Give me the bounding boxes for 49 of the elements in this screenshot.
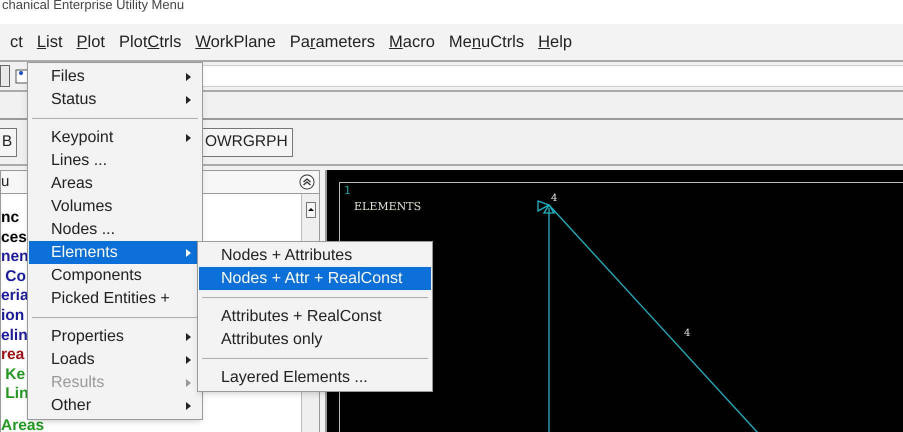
tree-item[interactable]: ion — [1, 306, 24, 326]
element-number: 4 — [684, 327, 690, 341]
menu-item[interactable]: Areas — [29, 172, 201, 195]
menu-item[interactable]: Loads — [29, 348, 201, 371]
window-number: 1 — [344, 183, 351, 199]
menu-item[interactable]: Keypoint — [29, 126, 201, 149]
tree-item[interactable]: elin — [1, 326, 28, 346]
menu-item[interactable]: ct — [6, 28, 27, 56]
panel-title: u — [1, 172, 10, 192]
toolbar-button[interactable] — [0, 65, 10, 87]
menu-item[interactable]: Attributes only — [199, 328, 431, 351]
toolbar-button[interactable]: OWRGRPH — [201, 128, 293, 156]
tree-item[interactable]: Ke — [1, 364, 26, 384]
menu-item[interactable]: Nodes + Attributes — [199, 244, 431, 267]
menu-item[interactable]: List — [32, 28, 67, 56]
menu-item[interactable]: Lines ... — [29, 149, 201, 172]
tree-item[interactable]: Lin — [1, 384, 29, 404]
element-number: 4 — [551, 192, 558, 206]
scroll-up-icon[interactable] — [306, 202, 316, 218]
menu-item[interactable]: Picked Entities + — [29, 287, 201, 310]
menu-item[interactable]: Components — [29, 264, 201, 287]
tree-item[interactable]: nen — [1, 247, 29, 267]
toolbar-button[interactable]: B — [0, 128, 17, 156]
menu-item[interactable]: Volumes — [29, 195, 201, 218]
menu-item[interactable]: Other — [29, 394, 201, 417]
menu-item[interactable]: Status — [29, 88, 201, 111]
menu-item[interactable]: PlotCtrls — [114, 28, 186, 56]
menu-item[interactable]: Attributes + RealConst — [199, 305, 431, 328]
menu-item[interactable]: Properties — [29, 325, 201, 348]
tree-item[interactable]: eria — [1, 286, 29, 306]
command-input-field[interactable] — [202, 65, 903, 87]
menu-item[interactable]: Nodes + Attr + RealConst — [199, 267, 431, 290]
open-file-icon[interactable] — [15, 67, 29, 85]
tree-item[interactable]: ces — [1, 228, 27, 248]
menu-item[interactable]: Files — [29, 65, 201, 88]
tree-item[interactable]: rea — [1, 345, 24, 365]
menu-item[interactable]: Macro — [385, 28, 439, 56]
menu-item[interactable]: Plot — [72, 28, 109, 56]
menu-item[interactable]: Nodes ... — [29, 218, 201, 241]
menu-item[interactable]: WorkPlane — [191, 28, 280, 56]
collapse-icon[interactable] — [299, 174, 315, 190]
menu-item[interactable]: Help — [534, 28, 576, 56]
tree-item[interactable]: Co — [1, 266, 26, 286]
plot-title: ELEMENTS — [354, 199, 422, 215]
menu-item[interactable]: Parameters — [286, 28, 380, 56]
menu-item[interactable]: MenuCtrls — [444, 28, 528, 56]
menu-item[interactable]: Layered Elements ... — [199, 366, 431, 389]
tree-item[interactable]: Areas — [1, 420, 44, 432]
tree-item[interactable]: nc — [1, 208, 20, 228]
